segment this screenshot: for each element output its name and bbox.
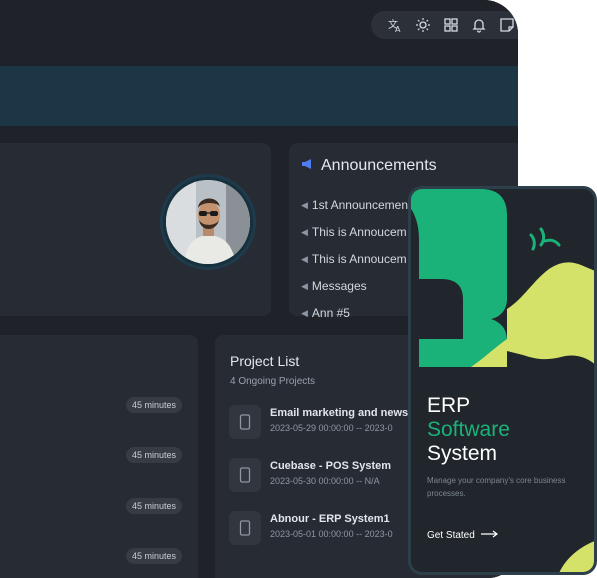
project-list-title: Project List	[230, 353, 300, 369]
mobile-icon	[229, 458, 261, 492]
announcement-label: 1st Announcement	[311, 198, 412, 212]
svg-text:A: A	[395, 25, 401, 33]
toolbar: 文A	[371, 11, 518, 39]
phone-mockup: ERP Software System Manage your company'…	[408, 186, 597, 575]
announcement-label: Messages	[311, 279, 367, 293]
sticky-note-icon[interactable]	[493, 11, 518, 39]
headline-line-2: Software	[427, 418, 510, 441]
megaphone-icon	[301, 157, 313, 175]
welcome-banner	[0, 66, 518, 126]
project-name: Email marketing and newsle	[270, 407, 418, 419]
bell-icon[interactable]	[465, 11, 493, 39]
project-name: Abnour - ERP System1	[270, 513, 390, 525]
announcement-label: Ann #5	[311, 306, 350, 320]
top-bar: 文A	[0, 0, 518, 52]
apps-grid-icon[interactable]	[437, 11, 465, 39]
announcement-item[interactable]: ◀ 1st Announcement	[301, 198, 411, 212]
project-row[interactable]: Abnour - ERP System1 2023-05-01 00:00:00…	[229, 511, 429, 547]
time-badge: 45 minutes	[126, 447, 183, 463]
mobile-icon	[229, 405, 261, 439]
announcement-item[interactable]: ◀ Ann #5	[301, 306, 350, 320]
time-badge: 45 minutes	[126, 498, 183, 514]
headline-line-3: System	[427, 442, 498, 465]
get-started-button[interactable]: Get Stated	[427, 530, 499, 541]
headline-line-1: ERP	[427, 394, 471, 417]
announcements-header: Announcements	[301, 157, 437, 175]
cta-label: Get Stated	[427, 530, 475, 541]
project-date: 2023-05-30 00:00:00 -- N/A	[270, 476, 380, 486]
speaker-icon: ◀	[301, 253, 308, 264]
speaker-icon: ◀	[301, 280, 308, 291]
phone-description: Manage your company's core business proc…	[427, 476, 566, 498]
project-date: 2023-05-01 00:00:00 -- 2023-0	[270, 529, 393, 539]
time-badge: 45 minutes	[126, 397, 183, 413]
announcement-label: This is Annoucem	[311, 252, 407, 266]
time-badge: 45 minutes	[126, 548, 183, 564]
sun-icon[interactable]	[409, 11, 437, 39]
speaker-icon: ◀	[301, 199, 308, 210]
brand-artwork	[411, 189, 594, 572]
avatar[interactable]	[160, 174, 256, 270]
mobile-icon	[229, 511, 261, 545]
announcements-title: Announcements	[321, 157, 437, 174]
project-date: 2023-05-29 00:00:00 -- 2023-0	[270, 423, 393, 433]
project-list-subtitle: 4 Ongoing Projects	[230, 376, 316, 387]
translate-icon[interactable]: 文A	[381, 11, 409, 39]
project-row[interactable]: Email marketing and newsle 2023-05-29 00…	[229, 405, 429, 441]
announcement-item[interactable]: ◀ This is Annoucem	[301, 252, 407, 266]
arrow-right-icon	[480, 530, 499, 541]
speaker-icon: ◀	[301, 226, 308, 237]
project-name: Cuebase - POS System	[270, 460, 392, 472]
avatar-photo	[166, 180, 250, 264]
speaker-icon: ◀	[301, 307, 308, 318]
announcement-label: This is Annoucem	[311, 225, 407, 239]
project-row[interactable]: Cuebase - POS System 2023-05-30 00:00:00…	[229, 458, 429, 494]
announcement-item[interactable]: ◀ This is Annoucem	[301, 225, 407, 239]
announcement-item[interactable]: ◀ Messages	[301, 279, 367, 293]
